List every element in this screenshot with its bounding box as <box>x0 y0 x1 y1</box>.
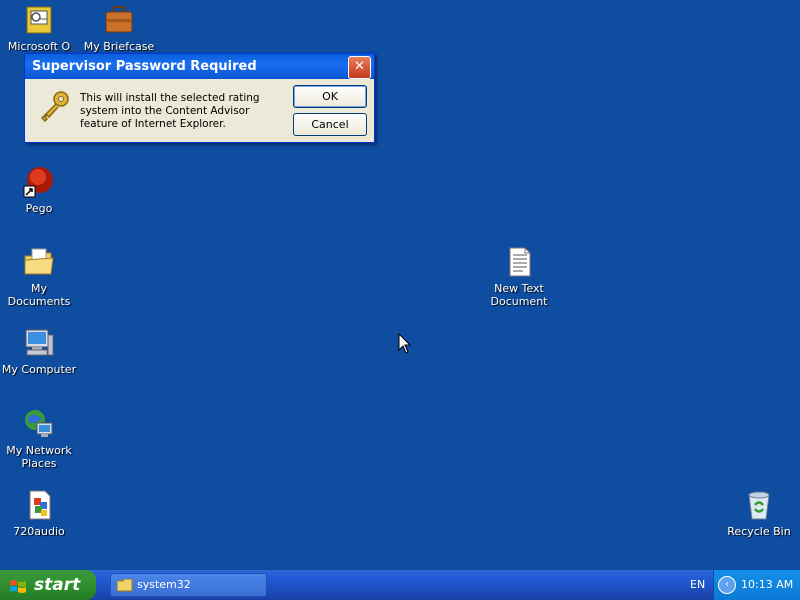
desktop-icon-my-documents[interactable]: My Documents <box>0 246 78 308</box>
mouse-cursor-icon <box>398 332 412 355</box>
clock[interactable]: 10:13 AM <box>741 578 793 591</box>
taskbar: start system32 EN ‹ 10:13 AM <box>0 570 800 600</box>
desktop: Microsoft O My Briefcase Pego My Documen… <box>0 0 800 570</box>
desktop-icon-label: My Briefcase <box>83 40 155 53</box>
audio-file-icon <box>23 489 55 521</box>
network-icon <box>23 408 55 440</box>
dialog-body: This will install the selected rating sy… <box>25 79 374 141</box>
recycle-bin-icon <box>743 489 775 521</box>
desktop-icon-my-network-places[interactable]: My Network Places <box>0 408 78 470</box>
dialog-message: This will install the selected rating sy… <box>80 92 260 130</box>
close-button[interactable]: ✕ <box>348 56 371 79</box>
briefcase-icon <box>103 4 135 36</box>
desktop-icon-new-text-document[interactable]: New Text Document <box>480 246 558 308</box>
folder-icon <box>116 578 133 592</box>
desktop-icon-label: 720audio <box>13 525 65 538</box>
desktop-icon-pego[interactable]: Pego <box>0 166 78 215</box>
desktop-icon-label: Pego <box>25 202 53 215</box>
dialog-titlebar[interactable]: Supervisor Password Required ✕ <box>25 54 374 79</box>
text-document-icon <box>503 246 535 278</box>
desktop-icon-label: My Network Places <box>6 444 72 470</box>
desktop-icon-recycle-bin[interactable]: Recycle Bin <box>720 489 798 538</box>
taskbar-item-label: system32 <box>137 578 191 591</box>
taskbar-item-system32[interactable]: system32 <box>110 573 267 597</box>
desktop-icon-label: New Text Document <box>490 282 548 308</box>
desktop-icon-my-computer[interactable]: My Computer <box>0 327 78 376</box>
my-documents-icon <box>23 246 55 278</box>
pego-icon <box>23 166 55 198</box>
show-hidden-icons-button[interactable]: ‹ <box>718 576 736 594</box>
desktop-icon-720audio[interactable]: 720audio <box>0 489 78 538</box>
ok-button[interactable]: OK <box>293 85 367 108</box>
desktop-icon-outlook[interactable]: Microsoft O <box>0 4 78 53</box>
start-label: start <box>34 575 81 595</box>
desktop-icon-briefcase[interactable]: My Briefcase <box>80 4 158 53</box>
outlook-icon <box>23 4 55 36</box>
desktop-icon-label: My Computer <box>1 363 77 376</box>
key-icon <box>37 89 71 123</box>
language-indicator[interactable]: EN <box>690 578 705 591</box>
supervisor-password-dialog: Supervisor Password Required ✕ This will… <box>24 53 375 143</box>
start-button[interactable]: start <box>0 570 96 600</box>
windows-flag-icon <box>9 576 27 594</box>
desktop-icon-label: My Documents <box>7 282 71 308</box>
dialog-title: Supervisor Password Required <box>32 59 257 74</box>
desktop-icon-label: Microsoft O <box>7 40 71 53</box>
computer-icon <box>23 327 55 359</box>
cancel-button[interactable]: Cancel <box>293 113 367 136</box>
system-tray: ‹ 10:13 AM <box>713 570 800 600</box>
desktop-icon-label: Recycle Bin <box>727 525 791 538</box>
